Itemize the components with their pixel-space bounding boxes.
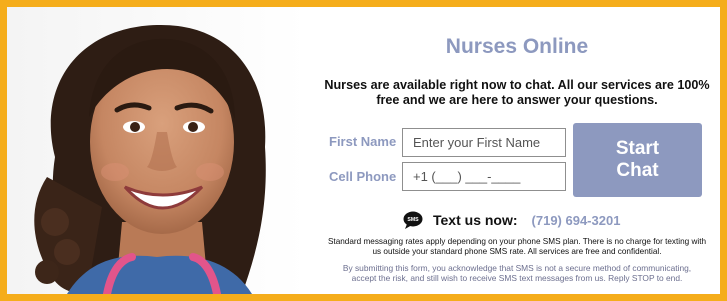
first-name-input[interactable] (402, 128, 566, 157)
tagline-line-2: free and we are here to answer your ques… (376, 93, 658, 107)
messaging-rates-disclaimer: Standard messaging rates apply depending… (307, 237, 720, 257)
consent-line-2: accept the risk, and still wish to recei… (351, 273, 683, 283)
nurse-photo (7, 7, 307, 294)
sms-consent-notice: By submitting this form, you acknowledge… (307, 263, 720, 283)
first-name-label: First Name (329, 134, 397, 149)
consent-line-1: By submitting this form, you acknowledge… (342, 263, 692, 273)
disclaimer-line-1: Standard messaging rates apply depending… (327, 237, 707, 246)
text-us-label: Text us now: (433, 212, 518, 228)
start-chat-label-line1: Start (615, 138, 660, 159)
banner-tagline: Nurses are available right now to chat. … (307, 78, 720, 108)
text-us-row: SMS Text us now: (719) 694-3201 (403, 210, 620, 230)
cell-phone-label: Cell Phone (329, 169, 397, 184)
start-chat-label-line2: Chat (616, 160, 659, 181)
sms-phone-link[interactable]: (719) 694-3201 (532, 213, 621, 228)
cell-phone-input[interactable] (402, 162, 566, 191)
start-chat-button[interactable]: Start Chat (573, 123, 702, 197)
banner-title: Nurses Online (445, 35, 589, 58)
sms-icon-text: SMS (407, 217, 419, 223)
sms-bubble-icon: SMS (403, 211, 423, 229)
nurses-online-banner: Nurses Online Nurses are available right… (0, 0, 727, 301)
tagline-line-1: Nurses are available right now to chat. … (324, 78, 710, 92)
chat-panel: Nurses Online Nurses are available right… (307, 7, 720, 294)
disclaimer-line-2: us outside your standard phone SMS rate.… (372, 247, 662, 256)
